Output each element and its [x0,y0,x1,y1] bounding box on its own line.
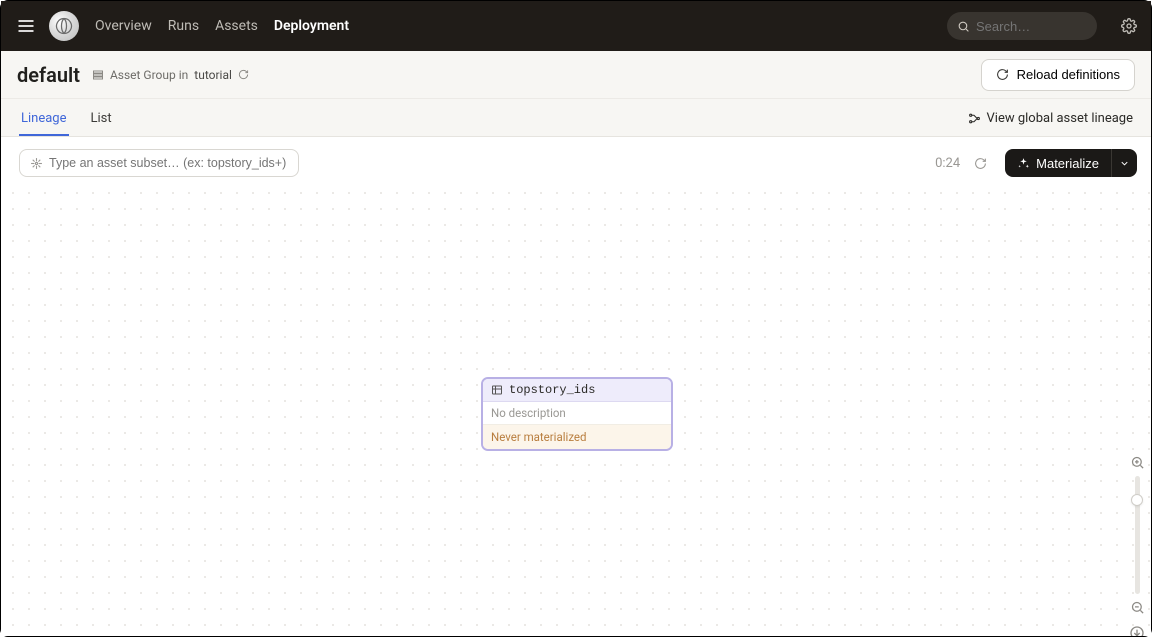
tabs-row: Lineage List View global asset lineage [1,99,1151,137]
materialize-button-group: Materialize [1005,149,1137,177]
toolbar: 0:24 Materialize [1,137,1151,181]
zoom-slider-track[interactable] [1135,476,1140,594]
breadcrumb: Asset Group in tutorial [92,68,249,82]
table-icon [491,384,503,396]
sparkle-icon [1017,157,1030,170]
asset-subset-input[interactable] [49,156,288,170]
search-icon [957,20,970,33]
breadcrumb-prefix: Asset Group in [110,68,188,82]
chevron-down-icon [1119,158,1130,169]
asset-node-topstory-ids[interactable]: topstory_ids No description Never materi… [481,377,673,451]
tab-list[interactable]: List [89,111,114,136]
page-subheader: default Asset Group in tutorial Reload d… [1,51,1151,99]
asset-subset-filter[interactable] [19,149,299,177]
asset-node-description: No description [483,402,671,425]
breadcrumb-link[interactable]: tutorial [194,68,232,82]
breadcrumb-refresh-icon[interactable] [238,69,249,80]
top-nav: Overview Runs Assets Deployment / [1,1,1151,51]
asset-node-header: topstory_ids [483,379,671,402]
reload-icon [996,68,1009,81]
zoom-in-button[interactable] [1130,455,1145,470]
zoom-fit-button[interactable] [1129,625,1145,636]
tab-lineage[interactable]: Lineage [19,111,69,136]
nav-link-runs[interactable]: Runs [168,18,199,34]
zoom-panel [1129,455,1145,636]
materialize-button[interactable]: Materialize [1005,149,1111,177]
nav-link-assets[interactable]: Assets [215,18,258,34]
materialize-label: Materialize [1036,156,1099,171]
page-title: default [17,63,80,87]
refresh-graph-button[interactable] [974,157,987,170]
nav-link-deployment[interactable]: Deployment [274,18,349,34]
asset-node-status: Never materialized [483,425,671,449]
hamburger-menu-button[interactable] [15,15,37,37]
zoom-out-button[interactable] [1130,600,1145,615]
reload-definitions-button[interactable]: Reload definitions [981,59,1135,91]
zoom-slider-thumb[interactable] [1131,494,1143,506]
view-global-lineage-label: View global asset lineage [987,111,1133,126]
reload-definitions-label: Reload definitions [1017,67,1120,82]
settings-button[interactable] [1121,18,1137,34]
search-box[interactable]: / [947,12,1097,40]
view-global-lineage-link[interactable]: View global asset lineage [968,111,1133,136]
filter-icon [30,157,43,170]
lineage-icon [968,112,981,125]
lineage-canvas[interactable]: topstory_ids No description Never materi… [1,181,1151,636]
asset-node-name: topstory_ids [509,383,595,397]
materialize-dropdown-button[interactable] [1111,149,1137,177]
app-logo[interactable] [49,11,79,41]
nav-links: Overview Runs Assets Deployment [95,18,349,34]
nav-link-overview[interactable]: Overview [95,18,152,34]
elapsed-time: 0:24 [935,156,960,171]
asset-group-icon [92,69,104,81]
